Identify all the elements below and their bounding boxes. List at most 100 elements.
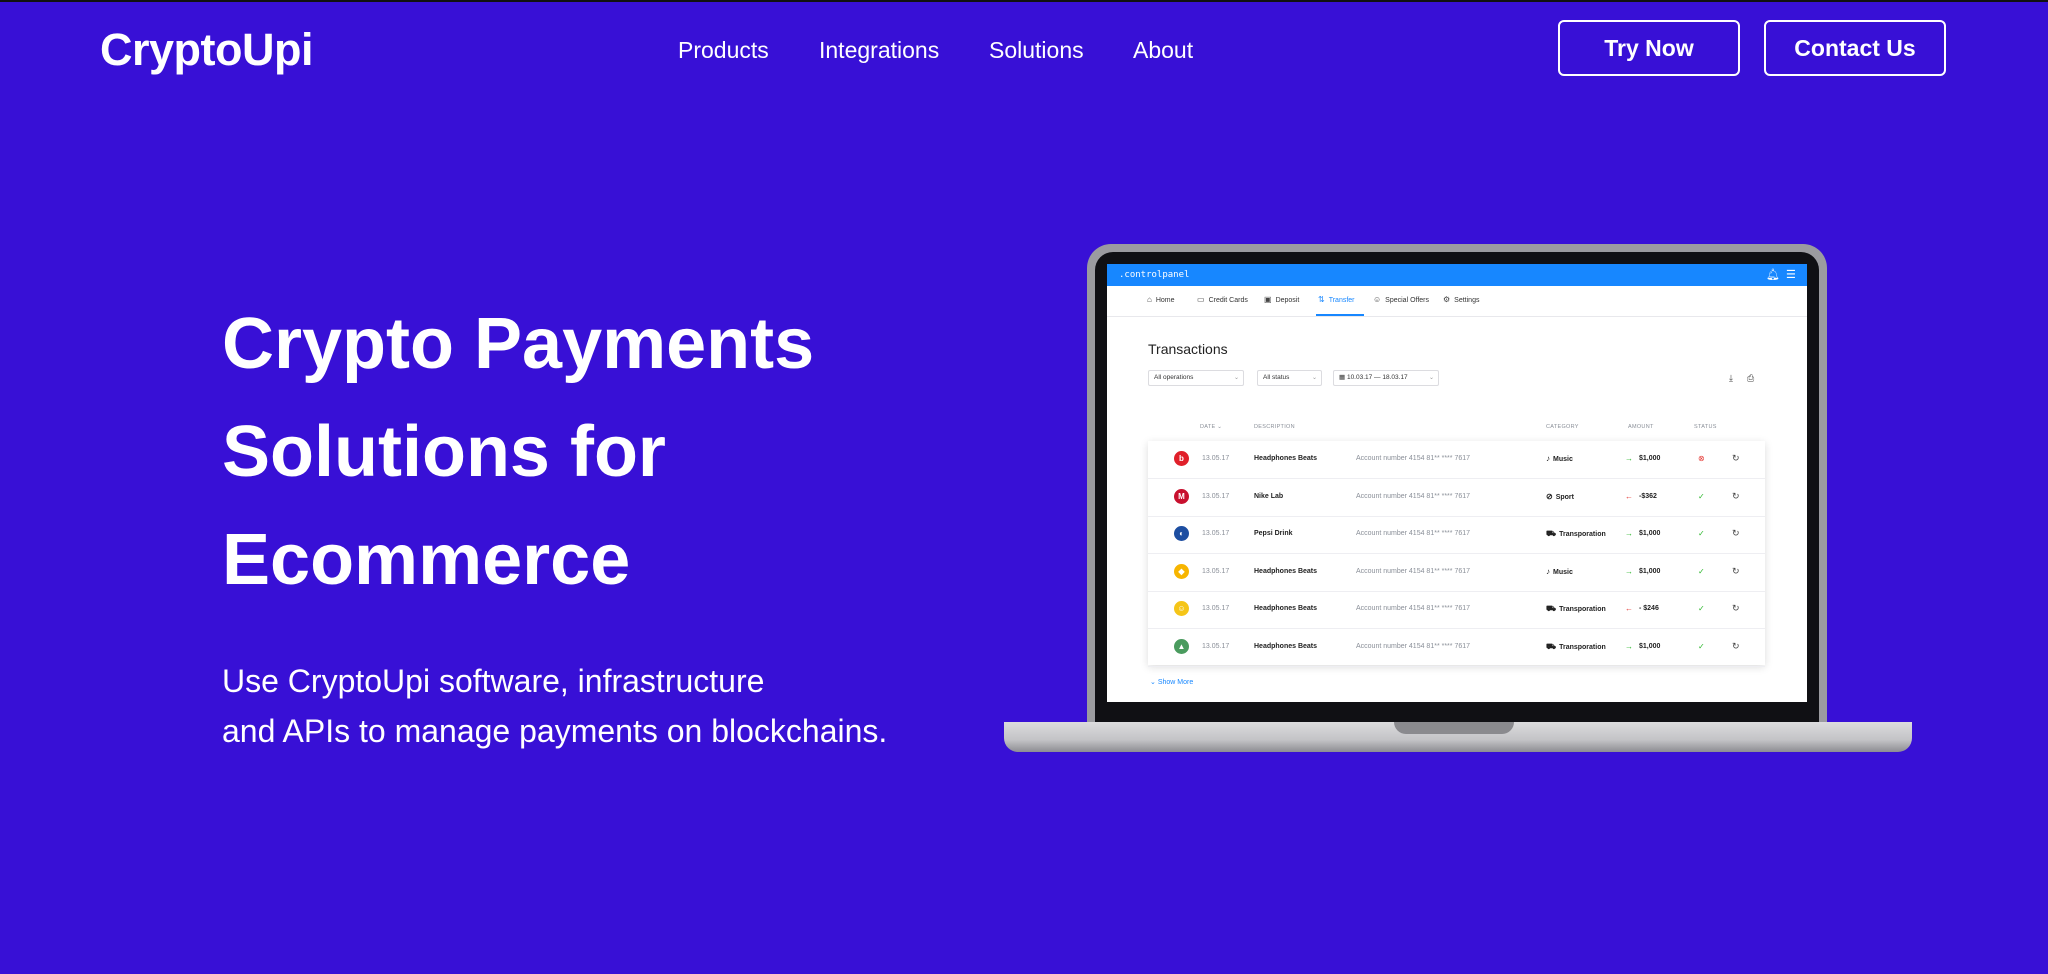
try-now-button[interactable]: Try Now (1558, 20, 1740, 76)
row-category: ⛟ Transporation (1546, 641, 1606, 654)
row-amount: $1,000 (1639, 567, 1661, 575)
refresh-icon[interactable]: ↻ (1732, 565, 1740, 577)
smile-icon: ☺ (1373, 295, 1382, 304)
nav-about[interactable]: About (1133, 34, 1193, 66)
control-panel-header: .controlpanel 🔔︎ ☰ (1107, 264, 1807, 286)
row-category: ♪ Music (1546, 453, 1573, 466)
row-category: ⛟ Transporation (1546, 528, 1606, 541)
row-account: Account number 4154 81** **** 7617 (1356, 530, 1471, 537)
row-amount: $1,000 (1639, 455, 1661, 462)
brand-logo[interactable]: CryptoUpi (100, 22, 314, 78)
arrow-right-icon: → (1625, 529, 1633, 538)
tab-credit-cards[interactable]: ▭ Credit Cards (1197, 294, 1248, 307)
row-amount: - $246 (1639, 605, 1659, 612)
table-row[interactable]: ▲ 13.05.17 Headphones Beats Account number … (1148, 629, 1765, 667)
column-status: STATUS (1694, 424, 1717, 430)
refresh-icon[interactable]: ↻ (1732, 640, 1740, 652)
arrow-right-icon: → (1625, 641, 1633, 651)
refresh-icon[interactable]: ↻ (1732, 452, 1740, 464)
row-amount: $1,000 (1639, 530, 1661, 537)
row-category-label: Transporation (1559, 643, 1606, 651)
control-panel-tabs: ⌂ Home ▭ Credit Cards ▣ Deposit ⇅ Transfer ☺… (1107, 286, 1807, 317)
download-icon[interactable]: ⤓ (1729, 371, 1733, 385)
transactions-table: b 13.05.17 Headphones Beats Account number … (1148, 441, 1765, 667)
column-category: CATEGORY (1546, 424, 1579, 430)
row-amount: $1,000 (1639, 642, 1661, 650)
table-row[interactable]: b 13.05.17 Headphones Beats Account number … (1148, 441, 1765, 479)
laptop-screen: .controlpanel 🔔︎ ☰ ⌂ Home ▭ Credit Cards ▣… (1107, 264, 1807, 702)
row-description: Pepsi Drink (1254, 530, 1293, 537)
nav-integrations[interactable]: Integrations (819, 34, 939, 66)
pepsi-logo: ◐ (1174, 526, 1189, 541)
show-more-link[interactable]: ⌄ Show More (1150, 677, 1193, 689)
column-label: DATE (1200, 424, 1216, 430)
check-icon: ✓ (1698, 529, 1705, 538)
refresh-icon[interactable]: ↻ (1732, 490, 1740, 502)
row-date: 13.05.17 (1202, 605, 1230, 612)
nav-products[interactable]: Products (678, 34, 769, 66)
beats-logo: b (1174, 451, 1189, 466)
column-description: DESCRIPTION (1254, 424, 1295, 430)
contact-us-button[interactable]: Contact Us (1764, 20, 1946, 76)
table-row[interactable]: M 13.05.17 Nike Lab Account number 4154 81*… (1148, 479, 1765, 517)
table-row[interactable]: ◆ 13.05.17 Headphones Beats Account number … (1148, 554, 1765, 592)
row-date: 13.05.17 (1202, 455, 1230, 462)
hero-subtitle-line: Use CryptoUpi software, infrastructure (222, 663, 765, 699)
refresh-icon[interactable]: ↻ (1732, 527, 1740, 539)
refresh-icon[interactable]: ↻ (1732, 602, 1740, 614)
row-category-label: Sport (1555, 493, 1574, 501)
gear-icon: ⚙ (1443, 295, 1451, 304)
operations-filter[interactable]: All operations ⌄ (1148, 370, 1244, 386)
tab-transfer[interactable]: ⇅ Transfer (1318, 294, 1355, 307)
chevron-down-icon: ⌄ (1428, 375, 1434, 381)
date-range-filter[interactable]: ▦ 10.03.17 — 18.03.17 ⌄ (1333, 370, 1439, 386)
menu-icon[interactable]: ☰ (1786, 267, 1796, 283)
tab-special-offers[interactable]: ☺ Special Offers (1373, 294, 1429, 307)
print-icon[interactable]: ⎙ (1747, 371, 1754, 385)
bell-icon[interactable]: 🔔︎ (1766, 267, 1780, 283)
transfer-icon: ⇅ (1318, 295, 1325, 304)
nav-solutions[interactable]: Solutions (989, 34, 1084, 66)
row-account: Account number 4154 81** **** 7617 (1356, 605, 1471, 612)
table-row[interactable]: ☺ 13.05.17 Headphones Beats Account number … (1148, 591, 1765, 629)
status-filter[interactable]: All status ⌄ (1257, 370, 1322, 386)
tab-label: Transfer (1328, 297, 1355, 304)
column-date[interactable]: DATE ⌄ (1200, 422, 1222, 432)
top-edge-line (0, 0, 2048, 2)
landscape-logo: ▲ (1174, 638, 1189, 654)
tab-deposit[interactable]: ▣ Deposit (1264, 294, 1299, 307)
transactions-title: Transactions (1148, 341, 1228, 357)
mcdonalds-logo: M (1174, 488, 1189, 504)
check-icon: ✓ (1698, 491, 1705, 501)
row-description: Nike Lab (1254, 492, 1284, 500)
row-description: Headphones Beats (1254, 567, 1318, 575)
check-icon: ✓ (1698, 641, 1705, 651)
row-category-label: Music (1553, 568, 1573, 576)
show-more-label: Show More (1157, 679, 1194, 686)
tab-home[interactable]: ⌂ Home (1147, 294, 1175, 307)
row-category: ♪ Music (1546, 566, 1573, 579)
row-date: 13.05.17 (1202, 492, 1230, 500)
hero-subtitle: Use CryptoUpi software, infrastructure a… (222, 656, 942, 756)
chevron-down-icon: ⌄ (1311, 375, 1317, 381)
arrow-right-icon: → (1625, 566, 1633, 576)
hero-title-line: Ecommerce (222, 520, 631, 600)
table-row[interactable]: ◐ 13.05.17 Pepsi Drink Account number 4154 … (1148, 516, 1765, 554)
sketch-logo: ◆ (1174, 563, 1189, 579)
row-category-label: Music (1553, 456, 1573, 463)
alert-circle-icon: ⊗ (1698, 454, 1705, 463)
active-tab-indicator (1316, 314, 1364, 316)
row-description: Headphones Beats (1254, 605, 1318, 612)
wallet-icon: ▣ (1264, 295, 1272, 304)
chevron-down-icon: ⌄ (1233, 375, 1239, 381)
home-icon: ⌂ (1147, 295, 1152, 304)
control-panel-title: .controlpanel (1119, 270, 1190, 280)
row-category-label: Transporation (1559, 531, 1606, 538)
row-category: ⛟ Transporation (1546, 603, 1606, 616)
arrow-right-icon: → (1625, 454, 1633, 463)
tab-settings[interactable]: ⚙ Settings (1443, 294, 1479, 307)
tab-label: Settings (1454, 297, 1480, 304)
date-range-value: 10.03.17 — 18.03.17 (1346, 374, 1408, 381)
row-account: Account number 4154 81** **** 7617 (1356, 567, 1471, 575)
row-description: Headphones Beats (1254, 642, 1318, 650)
